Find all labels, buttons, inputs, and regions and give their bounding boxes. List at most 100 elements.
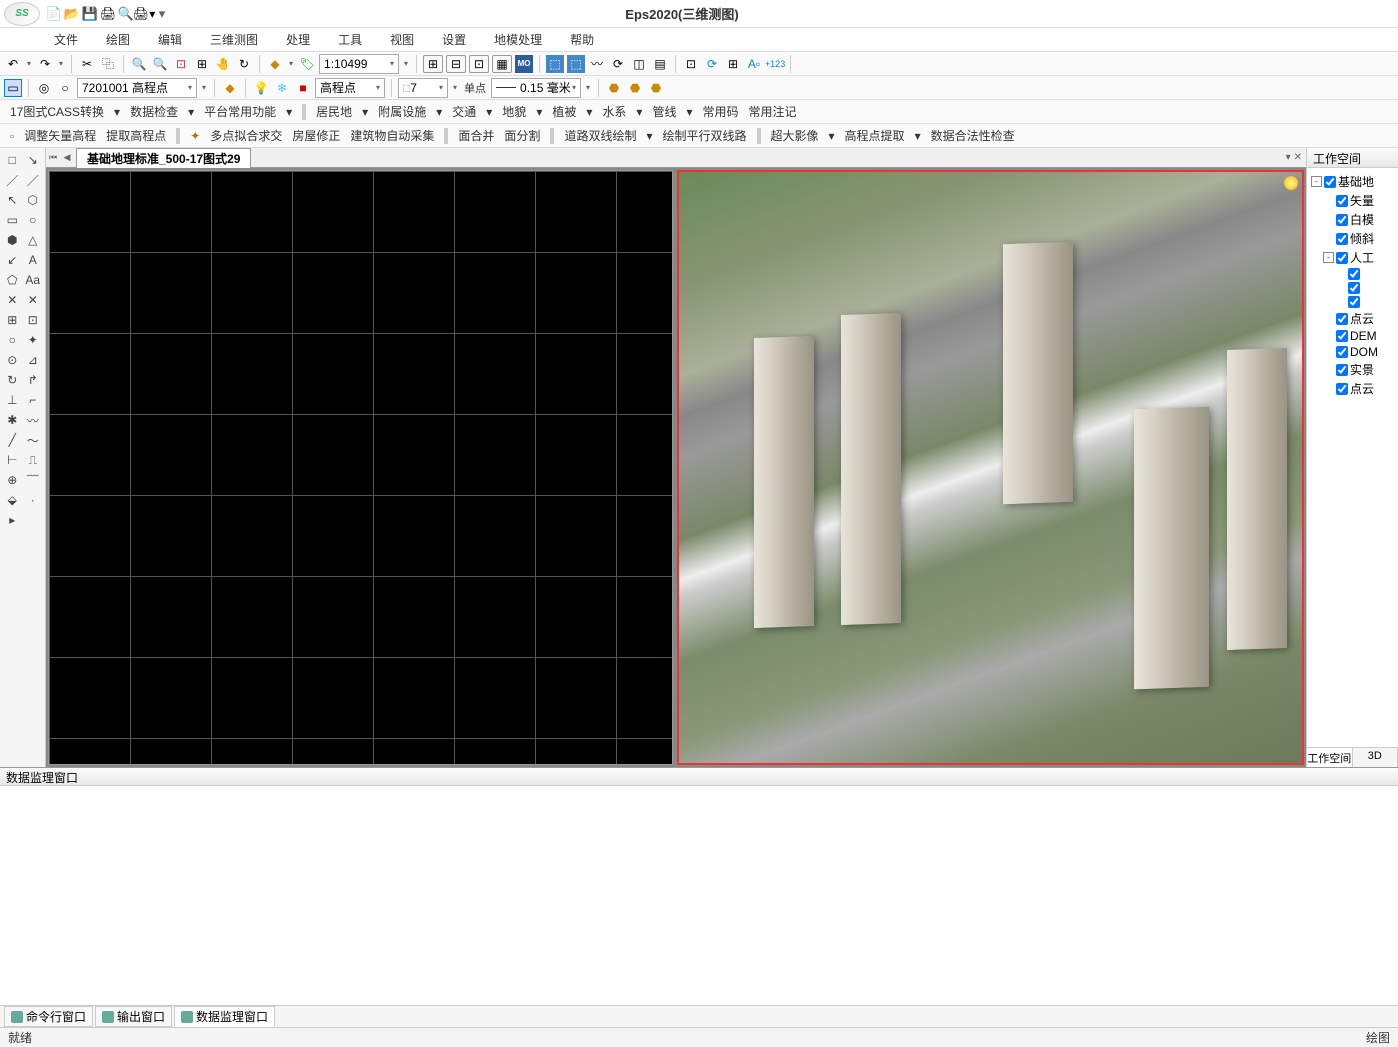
tree-checkbox[interactable] (1348, 296, 1360, 308)
menu-draw[interactable]: 绘图 (102, 29, 134, 50)
tool-icon-24[interactable]: ⊥ (2, 390, 23, 410)
zoom-extent-icon[interactable]: ⊞ (193, 55, 211, 73)
cmd-data-legality[interactable]: 数据合法性检查 (929, 125, 1017, 146)
tree-checkbox[interactable] (1336, 214, 1348, 226)
tree-row-11[interactable]: 实景 (1309, 360, 1396, 379)
tab-nav-prev-icon[interactable]: ◀ (60, 149, 74, 167)
cmd-terrain[interactable]: 地貌 (500, 101, 528, 122)
print-preview-icon[interactable]: 🔍 (118, 6, 134, 22)
cmd-road-double[interactable]: 道路双线绘制 (562, 125, 638, 146)
tab-command-window[interactable]: 命令行窗口 (4, 1006, 93, 1027)
tool-icon-36[interactable]: ▸ (2, 510, 23, 530)
cmd-adjust-vector-elev[interactable]: 调整矢量高程 (22, 125, 98, 146)
tab-menu-icon[interactable]: ▾ (1286, 152, 1291, 163)
cmd-water[interactable]: 水系 (600, 101, 628, 122)
cmd-elev-extract[interactable]: 高程点提取 (843, 125, 907, 146)
tree-row-2[interactable]: 白模 (1309, 210, 1396, 229)
view-f-icon[interactable]: ▤ (651, 55, 669, 73)
tool-icon-22[interactable]: ↻ (2, 370, 23, 390)
tree-checkbox[interactable] (1336, 364, 1348, 376)
tool-icon-26[interactable]: ✱ (2, 410, 23, 430)
bulb-icon[interactable]: 💡 (252, 79, 270, 97)
cube-c-icon[interactable]: ⬣ (647, 79, 665, 97)
app-logo[interactable]: SS (4, 2, 40, 26)
tool-icon-28[interactable]: ╱ (2, 430, 23, 450)
menu-edit[interactable]: 编辑 (154, 29, 186, 50)
menu-settings[interactable]: 设置 (438, 29, 470, 50)
tree-expand-icon[interactable]: - (1323, 252, 1334, 263)
workspace-tree[interactable]: -基础地矢量白模倾斜-人工点云DEMDOM实景点云 (1307, 168, 1398, 747)
tool-icon-17[interactable]: ⊡ (23, 310, 44, 330)
redo-icon[interactable]: ↷ (36, 55, 54, 73)
select-box-icon[interactable]: ▭ (4, 79, 22, 97)
tag-icon[interactable]: 🏷 (298, 55, 316, 73)
cmd-extract-elev[interactable]: 提取高程点 (104, 125, 168, 146)
tool-icon-34[interactable]: ⬙ (2, 490, 23, 510)
dd-9[interactable]: ▾ (684, 103, 694, 121)
tool-icon-11[interactable]: A (23, 250, 44, 270)
tab-output-window[interactable]: 输出窗口 (95, 1006, 172, 1027)
tree-checkbox[interactable] (1336, 313, 1348, 325)
tool-icon-25[interactable]: ⌐ (23, 390, 44, 410)
dd-0[interactable]: ▾ (112, 103, 122, 121)
dd-8[interactable]: ▾ (634, 103, 644, 121)
dd-2[interactable]: ▾ (284, 103, 294, 121)
menu-tools[interactable]: 工具 (334, 29, 366, 50)
cube-b-icon[interactable]: ⬣ (626, 79, 644, 97)
view-d-icon[interactable]: ⟳ (609, 55, 627, 73)
cmd-common-code[interactable]: 常用码 (700, 101, 740, 122)
tree-checkbox[interactable] (1348, 268, 1360, 280)
tool-icon-5[interactable]: ⬡ (23, 190, 44, 210)
tree-row-5[interactable] (1309, 267, 1396, 281)
tree-row-9[interactable]: DEM (1309, 328, 1396, 344)
tool-icon-31[interactable]: ⎍ (23, 450, 44, 470)
cmd-platform-fn[interactable]: 平台常用功能 (202, 101, 278, 122)
tool-icon-19[interactable]: ✦ (23, 330, 44, 350)
tool-icon-0[interactable]: □ (2, 150, 23, 170)
menu-3d-survey[interactable]: 三维测图 (206, 29, 262, 50)
viewport-3d-oblique[interactable] (677, 170, 1304, 765)
snap-c-icon[interactable]: ⊞ (724, 55, 742, 73)
cmd-pipeline[interactable]: 管线 (650, 101, 678, 122)
tree-checkbox[interactable] (1324, 176, 1336, 188)
tool-icon-12[interactable]: ⬠ (2, 270, 23, 290)
scale-dropdown[interactable]: ▾ (402, 59, 410, 68)
redo-dropdown[interactable]: ▾ (57, 59, 65, 68)
dd-7[interactable]: ▾ (584, 103, 594, 121)
layer-icon[interactable]: ◆ (266, 55, 284, 73)
target-icon[interactable]: ◎ (35, 79, 53, 97)
tree-checkbox[interactable] (1336, 346, 1348, 358)
zoom-in-icon[interactable]: 🔍 (130, 55, 148, 73)
tree-row-1[interactable]: 矢量 (1309, 191, 1396, 210)
menu-file[interactable]: 文件 (50, 29, 82, 50)
workspace-tab-workspace[interactable]: 工作空间 (1307, 748, 1353, 767)
menu-process[interactable]: 处理 (282, 29, 314, 50)
save-icon[interactable]: 💾 (82, 6, 98, 22)
grid-4-icon[interactable]: ▦ (492, 55, 512, 73)
cmd-house-correct[interactable]: 房屋修正 (290, 125, 342, 146)
tree-checkbox[interactable] (1348, 282, 1360, 294)
tree-row-8[interactable]: 点云 (1309, 309, 1396, 328)
scale-combo[interactable]: 1:10499▾ (319, 54, 399, 74)
grid-1-icon[interactable]: ⊞ (423, 55, 443, 73)
layer-combo[interactable]: 高程点▾ (315, 78, 385, 98)
tool-icon-30[interactable]: ⊢ (2, 450, 23, 470)
undo-dropdown[interactable]: ▾ (25, 59, 33, 68)
cmd-residential[interactable]: 居民地 (314, 101, 354, 122)
tree-checkbox[interactable] (1336, 383, 1348, 395)
layers-icon[interactable]: ◆ (221, 79, 239, 97)
tab-close-icon[interactable]: ✕ (1294, 152, 1302, 163)
zoom-window-icon[interactable]: ⊡ (172, 55, 190, 73)
tool-icon-13[interactable]: Aa (23, 270, 44, 290)
dd-6[interactable]: ▾ (534, 103, 544, 121)
tool-icon-4[interactable]: ↖ (2, 190, 23, 210)
cmd-multi-fit[interactable]: 多点拟合求交 (208, 125, 284, 146)
tool-icon-8[interactable]: ⬢ (2, 230, 23, 250)
tool-icon-27[interactable]: 〰 (23, 410, 44, 430)
dd-5[interactable]: ▾ (484, 103, 494, 121)
copy-icon[interactable]: ⿻ (99, 55, 117, 73)
view-c-icon[interactable]: 〰 (588, 55, 606, 73)
cmd-vegetation[interactable]: 植被 (550, 101, 578, 122)
dd2-10[interactable]: ▾ (913, 127, 923, 145)
cmd-merge-face[interactable]: 面合并 (456, 125, 496, 146)
